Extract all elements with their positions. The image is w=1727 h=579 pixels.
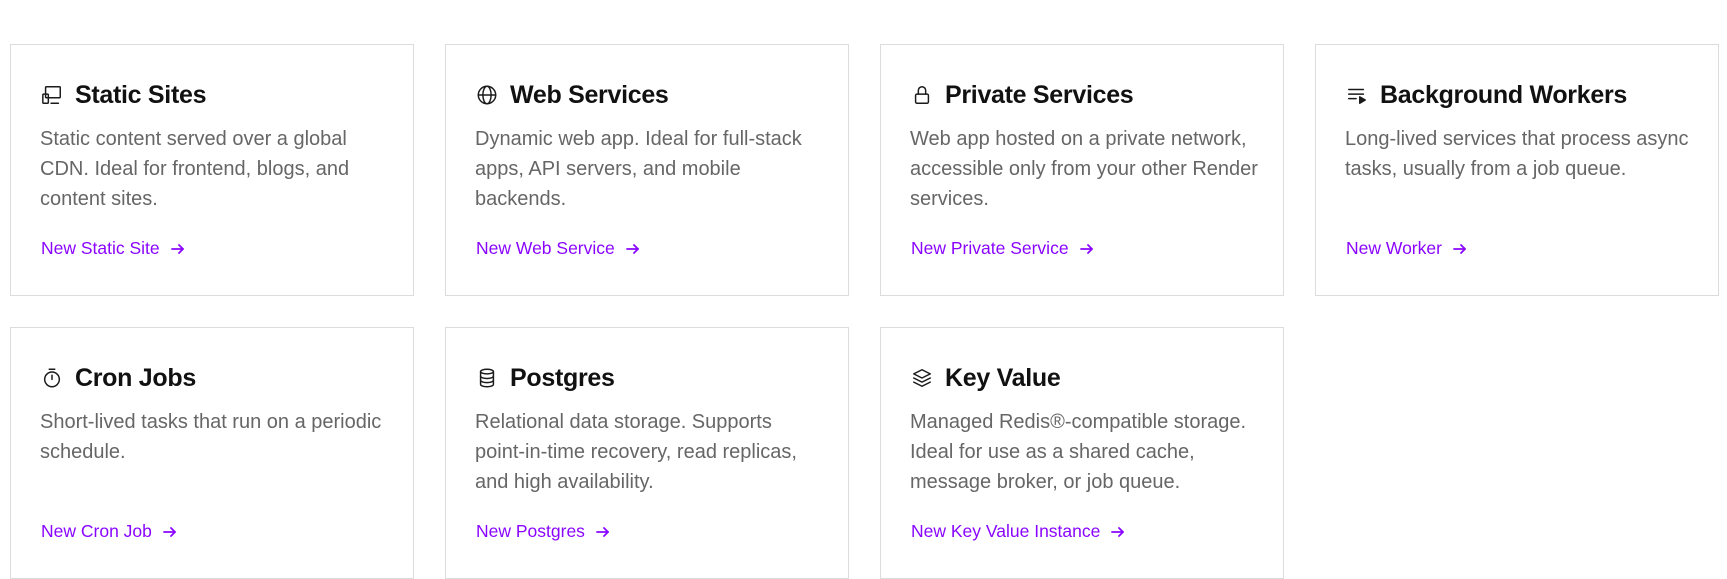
link-label: New Key Value Instance	[911, 521, 1101, 541]
arrow-right-icon	[595, 524, 611, 540]
card-title: Web Services	[510, 80, 669, 109]
card-header: Static Sites	[40, 78, 384, 112]
card-description: Managed Redis®-compatible storage. Ideal…	[910, 411, 1247, 493]
globe-icon	[475, 83, 499, 107]
new-web-service-link[interactable]: New Web Service	[476, 238, 641, 259]
card-background-workers: Background Workers Long-lived services t…	[1315, 44, 1719, 296]
card-description: Short-lived tasks that run on a periodic…	[40, 411, 382, 463]
layers-icon	[910, 366, 934, 390]
card-title: Private Services	[945, 80, 1134, 109]
new-cron-job-link[interactable]: New Cron Job	[41, 521, 178, 542]
card-postgres: Postgres Relational data storage. Suppor…	[445, 327, 849, 579]
link-label: New Worker	[1346, 238, 1442, 258]
link-label: New Private Service	[911, 238, 1069, 258]
static-site-icon	[40, 83, 64, 107]
stopwatch-icon	[40, 366, 64, 390]
lock-icon	[910, 83, 934, 107]
arrow-right-icon	[162, 524, 178, 540]
link-label: New Cron Job	[41, 521, 152, 541]
card-description: Relational data storage. Supports point-…	[475, 411, 797, 493]
card-title: Static Sites	[75, 80, 207, 109]
new-key-value-instance-link[interactable]: New Key Value Instance	[911, 521, 1126, 542]
link-label: New Postgres	[476, 521, 585, 541]
card-web-services: Web Services Dynamic web app. Ideal for …	[445, 44, 849, 296]
arrow-right-icon	[1452, 241, 1468, 257]
arrow-right-icon	[625, 241, 641, 257]
new-private-service-link[interactable]: New Private Service	[911, 238, 1095, 259]
card-header: Web Services	[475, 78, 819, 112]
arrow-right-icon	[170, 241, 186, 257]
card-private-services: Private Services Web app hosted on a pri…	[880, 44, 1284, 296]
card-header: Private Services	[910, 78, 1254, 112]
link-label: New Web Service	[476, 238, 615, 258]
card-header: Cron Jobs	[40, 361, 384, 395]
card-header: Background Workers	[1345, 78, 1689, 112]
new-static-site-link[interactable]: New Static Site	[41, 238, 186, 259]
new-worker-link[interactable]: New Worker	[1346, 238, 1468, 259]
card-static-sites: Static Sites Static content served over …	[10, 44, 414, 296]
arrow-right-icon	[1110, 524, 1126, 540]
arrow-right-icon	[1079, 241, 1095, 257]
database-icon	[475, 366, 499, 390]
card-description: Dynamic web app. Ideal for full-stack ap…	[475, 128, 802, 210]
card-title: Background Workers	[1380, 80, 1627, 109]
card-cron-jobs: Cron Jobs Short-lived tasks that run on …	[10, 327, 414, 579]
card-title: Postgres	[510, 363, 615, 392]
card-title: Key Value	[945, 363, 1061, 392]
card-description: Web app hosted on a private network, acc…	[910, 128, 1258, 210]
link-label: New Static Site	[41, 238, 160, 258]
card-header: Postgres	[475, 361, 819, 395]
service-type-grid: Static Sites Static content served over …	[10, 44, 1719, 579]
queue-list-icon	[1345, 83, 1369, 107]
card-key-value: Key Value Managed Redis®-compatible stor…	[880, 327, 1284, 579]
card-description: Static content served over a global CDN.…	[40, 128, 350, 210]
new-postgres-link[interactable]: New Postgres	[476, 521, 611, 542]
card-header: Key Value	[910, 361, 1254, 395]
card-description: Long-lived services that process async t…	[1345, 128, 1689, 180]
card-title: Cron Jobs	[75, 363, 196, 392]
